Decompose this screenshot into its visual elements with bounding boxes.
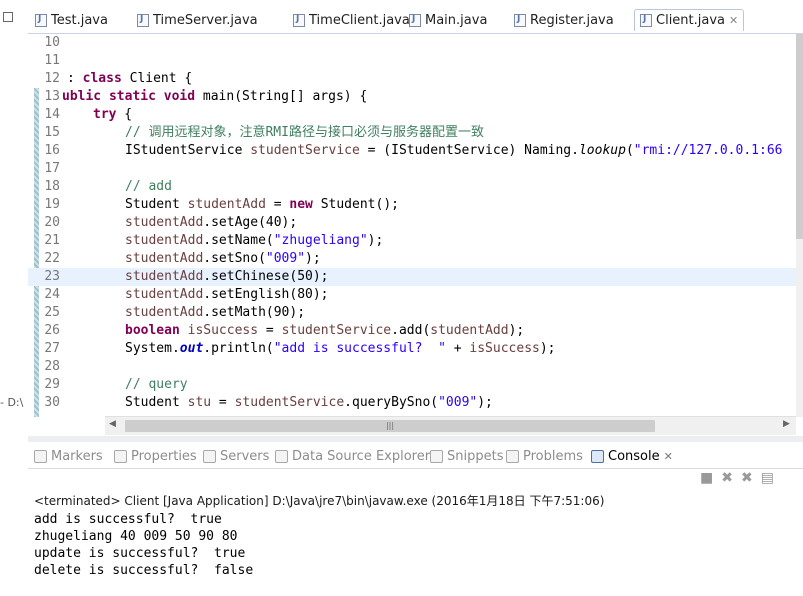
- tab-servers[interactable]: Servers: [203, 446, 269, 466]
- servers-icon: [203, 449, 216, 463]
- code-line: 15// 调用远程对象，注意RMI路径与接口必须与服务器配置一致: [44, 125, 484, 140]
- java-file-icon: [35, 13, 47, 27]
- console-line: zhugeliang 40 009 50 90 80: [34, 529, 238, 544]
- code-line: 16 IStudentService studentService = (IStu…: [44, 143, 783, 158]
- console-icon: [591, 449, 604, 463]
- editor-vertical-scrollbar[interactable]: [796, 34, 803, 417]
- clear-console-icon[interactable]: ▤: [761, 470, 774, 490]
- current-code-line: 23 studentAdd.setChinese(50);: [28, 268, 800, 286]
- code-line: 19 Student studentAdd = new Student();: [44, 197, 399, 212]
- properties-icon: [114, 449, 127, 463]
- tab-properties[interactable]: Properties: [114, 446, 197, 466]
- remove-launch-icon[interactable]: ✖: [721, 470, 733, 490]
- editor-horizontal-scrollbar[interactable]: ◀ ||| ▶: [105, 416, 796, 435]
- java-file-icon: [137, 13, 149, 27]
- tab-client-java[interactable]: Client.java ✕: [634, 9, 744, 31]
- code-line: 30 Student stu = studentService.queryBySn…: [44, 395, 493, 410]
- tab-timeserver-java[interactable]: TimeServer.java: [132, 9, 280, 31]
- console-line: delete is successful? false: [34, 563, 254, 578]
- tab-label: Client.java: [656, 13, 726, 28]
- close-icon[interactable]: ✕: [664, 450, 673, 463]
- console-status: <terminated> Client [Java Application] D…: [34, 494, 605, 508]
- data-source-icon: [275, 449, 288, 463]
- code-line: 14 try {: [44, 107, 133, 122]
- tab-label: Test.java: [51, 12, 108, 28]
- markers-icon: [34, 449, 47, 463]
- tab-markers[interactable]: Markers: [34, 446, 103, 466]
- console-toolbar: ■ ✖ ✖ ▤: [700, 470, 774, 490]
- code-line: 10: [44, 35, 60, 50]
- code-editor[interactable]: 10 11 12: class Client { 13 ublic static …: [28, 34, 800, 417]
- tab-data-source-explorer[interactable]: Data Source Explorer: [275, 446, 430, 466]
- code-line: 20 studentAdd.setAge(40);: [44, 215, 298, 230]
- scroll-right-arrow-icon[interactable]: ▶: [783, 419, 790, 429]
- tab-label: TimeServer.java: [153, 12, 258, 28]
- java-file-icon: [640, 14, 652, 27]
- tab-problems[interactable]: Problems: [506, 446, 583, 466]
- code-line: 18// add: [44, 179, 172, 194]
- left-panel-text: - D:\: [0, 396, 24, 409]
- tab-register-java[interactable]: Register.java: [509, 9, 629, 31]
- restore-icon[interactable]: [3, 12, 13, 22]
- console-output[interactable]: add is successful? true zhugeliang 40 00…: [34, 511, 253, 579]
- scrollbar-thumb[interactable]: |||: [125, 420, 655, 432]
- editor-tab-bar: Test.java TimeServer.java TimeClient.jav…: [28, 6, 803, 34]
- tab-label: Main.java: [425, 12, 488, 28]
- scrollbar-thumb[interactable]: [796, 34, 803, 239]
- code-line: 22 studentAdd.setSno("009");: [44, 251, 321, 266]
- tab-console[interactable]: Console ✕: [591, 446, 673, 466]
- code-line: 26 boolean isSuccess = studentService.add…: [44, 323, 525, 338]
- console-line: update is successful? true: [34, 546, 246, 561]
- code-line: 11: [44, 53, 60, 68]
- view-tab-bar: Markers Properties Servers Data Source E…: [28, 442, 803, 469]
- scroll-left-arrow-icon[interactable]: ◀: [109, 419, 116, 429]
- code-line: 25 studentAdd.setMath(90);: [44, 305, 306, 320]
- code-line: 13 ublic static void main(String[] args) …: [44, 89, 368, 104]
- terminate-icon[interactable]: ■: [700, 470, 713, 490]
- code-line: 21 studentAdd.setName("zhugeliang");: [44, 233, 384, 248]
- java-file-icon: [293, 13, 305, 27]
- remove-all-terminated-icon[interactable]: ✖: [741, 470, 753, 490]
- problems-icon: [506, 449, 519, 463]
- tab-label: TimeClient.java: [309, 12, 410, 28]
- tab-label: Register.java: [530, 12, 614, 28]
- code-line: 29// query: [44, 377, 188, 392]
- tab-snippets[interactable]: Snippets: [430, 446, 503, 466]
- close-icon[interactable]: ✕: [729, 14, 738, 27]
- snippets-icon: [430, 449, 443, 463]
- tab-test-java[interactable]: Test.java: [30, 9, 130, 31]
- code-line: 27 System.out.println("add is successful?…: [44, 341, 556, 356]
- code-line: 28: [44, 359, 60, 374]
- java-file-icon: [514, 13, 526, 27]
- left-panel-strip: - D:\: [0, 0, 28, 596]
- console-line: add is successful? true: [34, 512, 222, 527]
- code-line: 12: class Client {: [44, 71, 193, 86]
- java-file-icon: [409, 13, 421, 27]
- tab-main-java[interactable]: Main.java: [404, 9, 504, 31]
- code-line: 24 studentAdd.setEnglish(80);: [44, 287, 329, 302]
- code-line: 17: [44, 161, 60, 176]
